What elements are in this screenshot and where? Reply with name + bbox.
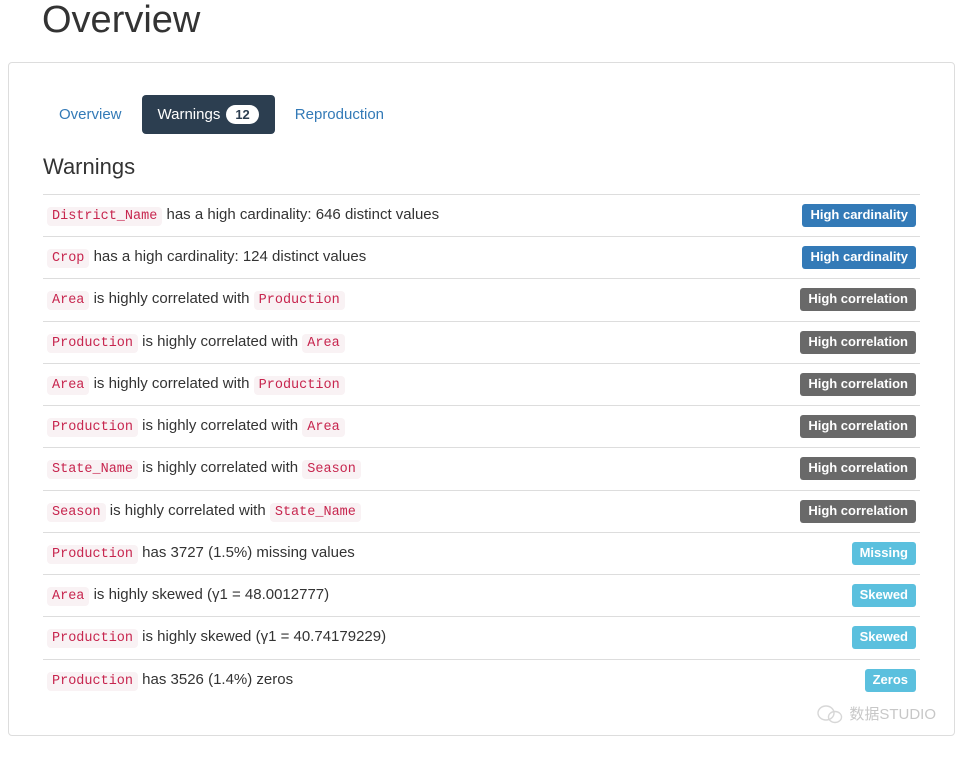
warning-tag-badge: High correlation bbox=[800, 500, 916, 523]
warnings-table: District_Name has a high cardinality: 64… bbox=[43, 194, 920, 701]
warning-message: Season is highly correlated with State_N… bbox=[43, 490, 740, 532]
variable-name[interactable]: Area bbox=[47, 291, 89, 310]
table-row: Production is highly correlated with Are… bbox=[43, 321, 920, 363]
watermark: 数据STUDIO bbox=[817, 703, 936, 725]
warning-tag-badge: High correlation bbox=[800, 415, 916, 438]
wechat-icon bbox=[817, 703, 843, 725]
warning-tag-cell: Skewed bbox=[740, 617, 920, 659]
table-row: Crop has a high cardinality: 124 distinc… bbox=[43, 237, 920, 279]
warning-tag-badge: High correlation bbox=[800, 457, 916, 480]
warning-message: Crop has a high cardinality: 124 distinc… bbox=[43, 237, 740, 279]
warning-message: Production is highly correlated with Are… bbox=[43, 321, 740, 363]
variable-name[interactable]: State_Name bbox=[270, 503, 361, 522]
variable-name[interactable]: Production bbox=[47, 672, 138, 691]
tab-warnings[interactable]: Warnings 12 bbox=[142, 95, 275, 134]
table-row: State_Name is highly correlated with Sea… bbox=[43, 448, 920, 490]
variable-name[interactable]: Production bbox=[254, 376, 345, 395]
warnings-heading: Warnings bbox=[43, 154, 920, 180]
table-row: Area is highly skewed (γ1 = 48.0012777) S… bbox=[43, 575, 920, 617]
warning-tag-cell: Missing bbox=[740, 532, 920, 574]
warning-tag-badge: Skewed bbox=[852, 626, 916, 649]
tab-label: Reproduction bbox=[295, 106, 384, 123]
warning-tag-cell: High cardinality bbox=[740, 194, 920, 236]
table-row: Production is highly correlated with Are… bbox=[43, 406, 920, 448]
warning-message: Production has 3526 (1.4%) zeros bbox=[43, 659, 740, 701]
variable-name[interactable]: Production bbox=[47, 418, 138, 437]
warning-tag-badge: Zeros bbox=[865, 669, 916, 692]
variable-name[interactable]: State_Name bbox=[47, 460, 138, 479]
tab-reproduction[interactable]: Reproduction bbox=[279, 96, 400, 133]
warning-tag-cell: High cardinality bbox=[740, 237, 920, 279]
variable-name[interactable]: Season bbox=[302, 460, 361, 479]
table-row: Production is highly skewed (γ1 = 40.741… bbox=[43, 617, 920, 659]
warning-tag-cell: High correlation bbox=[740, 279, 920, 321]
warning-tag-badge: High correlation bbox=[800, 288, 916, 311]
warning-tag-badge: High correlation bbox=[800, 373, 916, 396]
tab-label: Overview bbox=[59, 106, 122, 123]
table-row: Production has 3727 (1.5%) missing value… bbox=[43, 532, 920, 574]
variable-name[interactable]: Area bbox=[302, 334, 344, 353]
nav-tabs: Overview Warnings 12 Reproduction bbox=[43, 95, 920, 134]
warning-tag-cell: High correlation bbox=[740, 448, 920, 490]
variable-name[interactable]: Production bbox=[254, 291, 345, 310]
warning-tag-cell: High correlation bbox=[740, 406, 920, 448]
tab-label: Warnings bbox=[158, 106, 221, 123]
warning-message: Production has 3727 (1.5%) missing value… bbox=[43, 532, 740, 574]
variable-name[interactable]: Production bbox=[47, 629, 138, 648]
variable-name[interactable]: Area bbox=[47, 587, 89, 606]
warning-tag-cell: High correlation bbox=[740, 321, 920, 363]
warning-tag-cell: High correlation bbox=[740, 363, 920, 405]
variable-name[interactable]: District_Name bbox=[47, 207, 162, 226]
table-row: Season is highly correlated with State_N… bbox=[43, 490, 920, 532]
variable-name[interactable]: Production bbox=[47, 545, 138, 564]
table-row: Area is highly correlated with Productio… bbox=[43, 363, 920, 405]
warning-tag-badge: High correlation bbox=[800, 331, 916, 354]
warning-message: Production is highly skewed (γ1 = 40.741… bbox=[43, 617, 740, 659]
variable-name[interactable]: Area bbox=[302, 418, 344, 437]
overview-panel: Overview Warnings 12 Reproduction Warnings … bbox=[8, 62, 955, 736]
table-row: Production has 3526 (1.4%) zeros Zeros bbox=[43, 659, 920, 701]
table-row: Area is highly correlated with Productio… bbox=[43, 279, 920, 321]
page-title: Overview bbox=[42, 0, 963, 42]
warning-tag-cell: High correlation bbox=[740, 490, 920, 532]
warning-message: Area is highly correlated with Productio… bbox=[43, 279, 740, 321]
warning-message: Area is highly skewed (γ1 = 48.0012777) bbox=[43, 575, 740, 617]
table-row: District_Name has a high cardinality: 64… bbox=[43, 194, 920, 236]
warning-tag-badge: High cardinality bbox=[802, 204, 916, 227]
warning-tag-badge: Skewed bbox=[852, 584, 916, 607]
watermark-text: 数据STUDIO bbox=[849, 703, 936, 724]
warning-message: Production is highly correlated with Are… bbox=[43, 406, 740, 448]
warning-tag-badge: High cardinality bbox=[802, 246, 916, 269]
warning-message: District_Name has a high cardinality: 64… bbox=[43, 194, 740, 236]
variable-name[interactable]: Production bbox=[47, 334, 138, 353]
warning-message: State_Name is highly correlated with Sea… bbox=[43, 448, 740, 490]
warning-tag-cell: Skewed bbox=[740, 575, 920, 617]
warning-message: Area is highly correlated with Productio… bbox=[43, 363, 740, 405]
variable-name[interactable]: Crop bbox=[47, 249, 89, 268]
tab-count-badge: 12 bbox=[226, 105, 258, 124]
warning-tag-cell: Zeros bbox=[740, 659, 920, 701]
tab-overview[interactable]: Overview bbox=[43, 96, 138, 133]
variable-name[interactable]: Area bbox=[47, 376, 89, 395]
variable-name[interactable]: Season bbox=[47, 503, 106, 522]
warning-tag-badge: Missing bbox=[852, 542, 916, 565]
